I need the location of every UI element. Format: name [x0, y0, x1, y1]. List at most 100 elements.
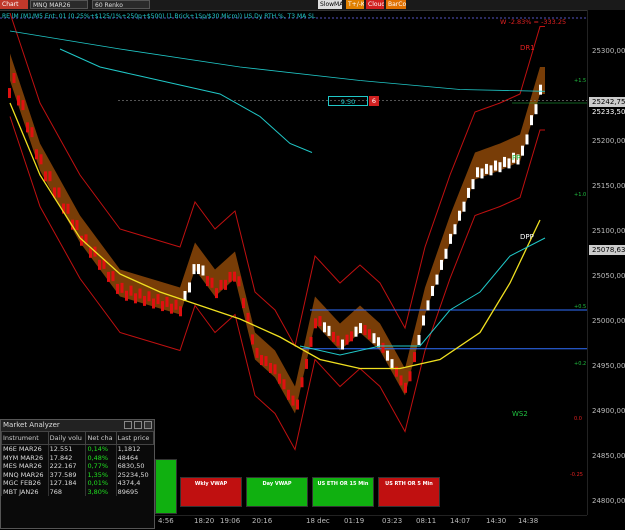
- cell: 89695: [115, 487, 154, 496]
- time-label: 20:16: [252, 517, 273, 525]
- cyan-long-line: [9, 30, 546, 92]
- renko-brick: [305, 358, 308, 369]
- minimize-icon[interactable]: [124, 421, 132, 429]
- cell: 6830,50: [115, 462, 154, 471]
- renko-brick: [485, 163, 488, 174]
- cell: 0,77%: [85, 462, 117, 471]
- renko-brick: [147, 291, 151, 302]
- price-axis-label: 25150,00: [592, 182, 625, 190]
- renko-brick: [498, 162, 502, 173]
- column-header[interactable]: Daily volu: [47, 431, 87, 445]
- renko-brick: [444, 248, 448, 259]
- barcol-button[interactable]: BarCol: [386, 0, 406, 9]
- analyzer-titlebar[interactable]: Market Analyzer: [1, 420, 154, 431]
- renko-brick: [66, 203, 70, 214]
- renko-brick: [300, 377, 304, 388]
- renko-brick: [503, 156, 506, 167]
- order-count-box[interactable]: 6: [369, 96, 379, 106]
- renko-brick: [269, 362, 272, 373]
- table-row[interactable]: M6E MAR26 12.551 0,14% 1,1812: [1, 444, 154, 454]
- close-icon[interactable]: [144, 421, 152, 429]
- rth-or-button[interactable]: US RTH OR 5 Min: [378, 477, 440, 507]
- renko-brick: [161, 301, 164, 312]
- day-vwap-button[interactable]: Day VWAP: [246, 477, 308, 507]
- renko-brick: [197, 264, 200, 275]
- renko-brick: [296, 399, 299, 410]
- renko-brick: [431, 285, 434, 296]
- cloud-button[interactable]: Cloud: [366, 0, 384, 9]
- time-label: 18 dec: [306, 517, 330, 525]
- cell: 0,48%: [85, 453, 117, 462]
- pct-label: +0.2: [574, 361, 587, 367]
- renko-brick: [156, 294, 160, 305]
- column-header[interactable]: Last price: [115, 431, 155, 445]
- market-analyzer-window[interactable]: Market Analyzer Instrument Daily volu Ne…: [0, 419, 155, 529]
- renko-brick: [165, 296, 169, 307]
- renko-brick: [129, 285, 133, 296]
- renko-brick: [350, 331, 353, 342]
- interval-selector[interactable]: 60 Renko: [92, 0, 150, 9]
- renko-brick: [462, 201, 466, 212]
- renko-brick: [260, 355, 263, 366]
- renko-brick: [143, 295, 146, 306]
- renko-brick: [314, 318, 317, 329]
- renko-brick: [282, 379, 286, 390]
- renko-brick: [251, 334, 254, 345]
- ask-price-tag: 25233,50: [589, 107, 625, 117]
- table-row[interactable]: MBT JAN26 768 3,80% 89695: [1, 487, 154, 496]
- cell: 4374,4: [115, 479, 154, 488]
- cell: MYM MAR26: [1, 453, 49, 462]
- cell: M6E MAR26: [1, 444, 49, 454]
- wkly-vwap-button[interactable]: Wkly VWAP: [180, 477, 242, 507]
- chart-tab[interactable]: Chart: [0, 0, 28, 9]
- renko-brick: [174, 299, 178, 310]
- eth-or-button[interactable]: US ETH OR 15 Min: [312, 477, 374, 507]
- renko-brick: [435, 274, 439, 285]
- renko-brick: [206, 276, 209, 287]
- column-header[interactable]: Instrument: [1, 431, 49, 445]
- renko-brick: [201, 265, 205, 276]
- cell: 127.184: [47, 479, 86, 488]
- renko-brick: [120, 282, 124, 293]
- renko-brick: [480, 168, 484, 179]
- renko-brick: [278, 373, 281, 384]
- renko-brick: [233, 271, 236, 282]
- renko-brick: [390, 359, 394, 370]
- renko-brick: [309, 336, 313, 347]
- ma-price-tag: 25078,63: [589, 245, 625, 255]
- renko-brick: [291, 395, 295, 406]
- renko-brick: [386, 350, 389, 361]
- order-qty-box[interactable]: 9.50: [328, 96, 368, 106]
- column-header[interactable]: Net cha: [85, 431, 117, 445]
- renko-brick: [458, 210, 461, 221]
- renko-brick: [192, 264, 196, 275]
- instrument-selector[interactable]: MNQ MAR26: [30, 0, 88, 9]
- table-row[interactable]: MES MAR26 222.167 0,77% 6830,50: [1, 462, 154, 471]
- renko-brick: [323, 322, 326, 333]
- renko-brick: [246, 312, 250, 323]
- cell: MGC FEB26: [1, 479, 49, 488]
- maximize-icon[interactable]: [134, 421, 142, 429]
- renko-brick: [417, 334, 421, 345]
- renko-brick: [44, 171, 47, 182]
- renko-brick: [372, 333, 376, 344]
- tk-button[interactable]: T+/-K: [346, 0, 364, 9]
- renko-brick: [336, 335, 340, 346]
- price-axis-label: 25000,00: [592, 317, 625, 325]
- renko-brick: [224, 279, 227, 290]
- last-price-tag: 25242,75: [589, 97, 625, 107]
- renko-brick: [152, 298, 155, 309]
- renko-brick: [179, 306, 182, 317]
- table-row[interactable]: MNQ MAR26 377.589 1,35% 25234,50: [1, 470, 154, 479]
- slowma-button[interactable]: SlowMA: [318, 0, 342, 9]
- price-axis[interactable]: 25300,00 25242,75 25233,50 25200,00 2515…: [587, 10, 625, 515]
- renko-brick: [345, 334, 349, 345]
- table-row[interactable]: MGC FEB26 127.184 0,01% 4374,4: [1, 479, 154, 488]
- cyan-ma-line: [59, 48, 313, 153]
- vwap-button[interactable]: [155, 459, 177, 514]
- renko-brick: [255, 347, 259, 358]
- price-axis-label: 25300,00: [592, 47, 625, 55]
- table-row[interactable]: MYM MAR26 17.842 0,48% 48464: [1, 453, 154, 462]
- time-label: 19:06: [220, 517, 241, 525]
- renko-brick: [287, 389, 290, 400]
